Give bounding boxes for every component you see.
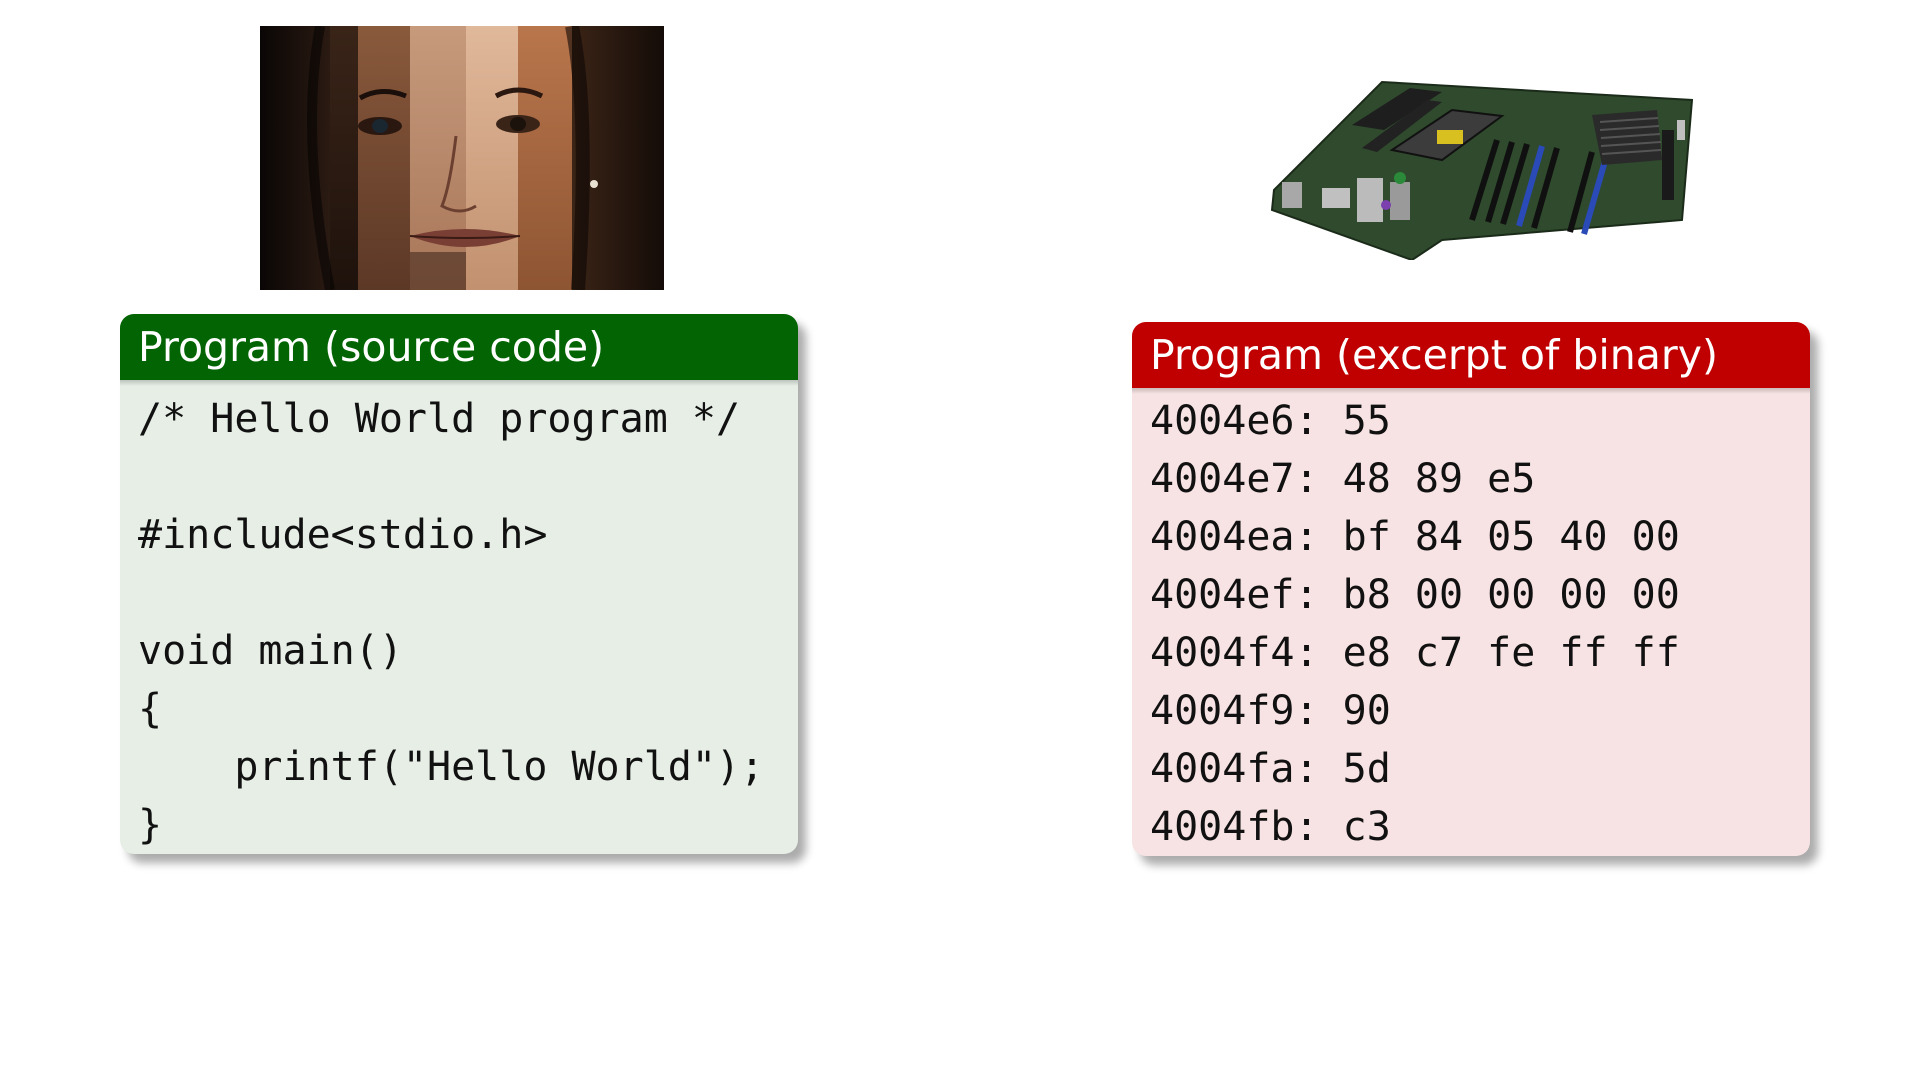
- binary-line: 4004fb: c3: [1150, 804, 1391, 850]
- binary-line: 4004e6: 55: [1150, 398, 1391, 444]
- binary-line: 4004ef: b8 00 00 00 00: [1150, 572, 1680, 618]
- code-line: void main(): [138, 628, 403, 674]
- faces-collage-icon: [260, 26, 664, 290]
- code-line: #include<stdio.h>: [138, 512, 548, 558]
- binary-excerpt-block: Program (excerpt of binary) 4004e6: 55 4…: [1132, 322, 1810, 856]
- code-line: {: [138, 686, 163, 732]
- code-line: }: [138, 802, 163, 848]
- binary-excerpt-body: 4004e6: 55 4004e7: 48 89 e5 4004ea: bf 8…: [1132, 388, 1810, 856]
- code-line: /* Hello World program */: [138, 396, 741, 442]
- code-line: printf("Hello World");: [138, 744, 765, 790]
- motherboard-image: [1262, 70, 1702, 260]
- faces-image: [260, 26, 664, 290]
- binary-line: 4004f4: e8 c7 fe ff ff: [1150, 630, 1680, 676]
- binary-line: 4004fa: 5d: [1150, 746, 1391, 792]
- binary-line: 4004ea: bf 84 05 40 00: [1150, 514, 1680, 560]
- source-code-body: /* Hello World program */ #include<stdio…: [120, 380, 798, 854]
- binary-line: 4004e7: 48 89 e5: [1150, 456, 1536, 502]
- slide: Program (source code) /* Hello World pro…: [0, 0, 1920, 1080]
- motherboard-icon: [1270, 80, 1694, 260]
- source-code-title: Program (source code): [120, 314, 798, 386]
- binary-excerpt-title: Program (excerpt of binary): [1132, 322, 1810, 394]
- source-code-block: Program (source code) /* Hello World pro…: [120, 314, 798, 854]
- binary-line: 4004f9: 90: [1150, 688, 1391, 734]
